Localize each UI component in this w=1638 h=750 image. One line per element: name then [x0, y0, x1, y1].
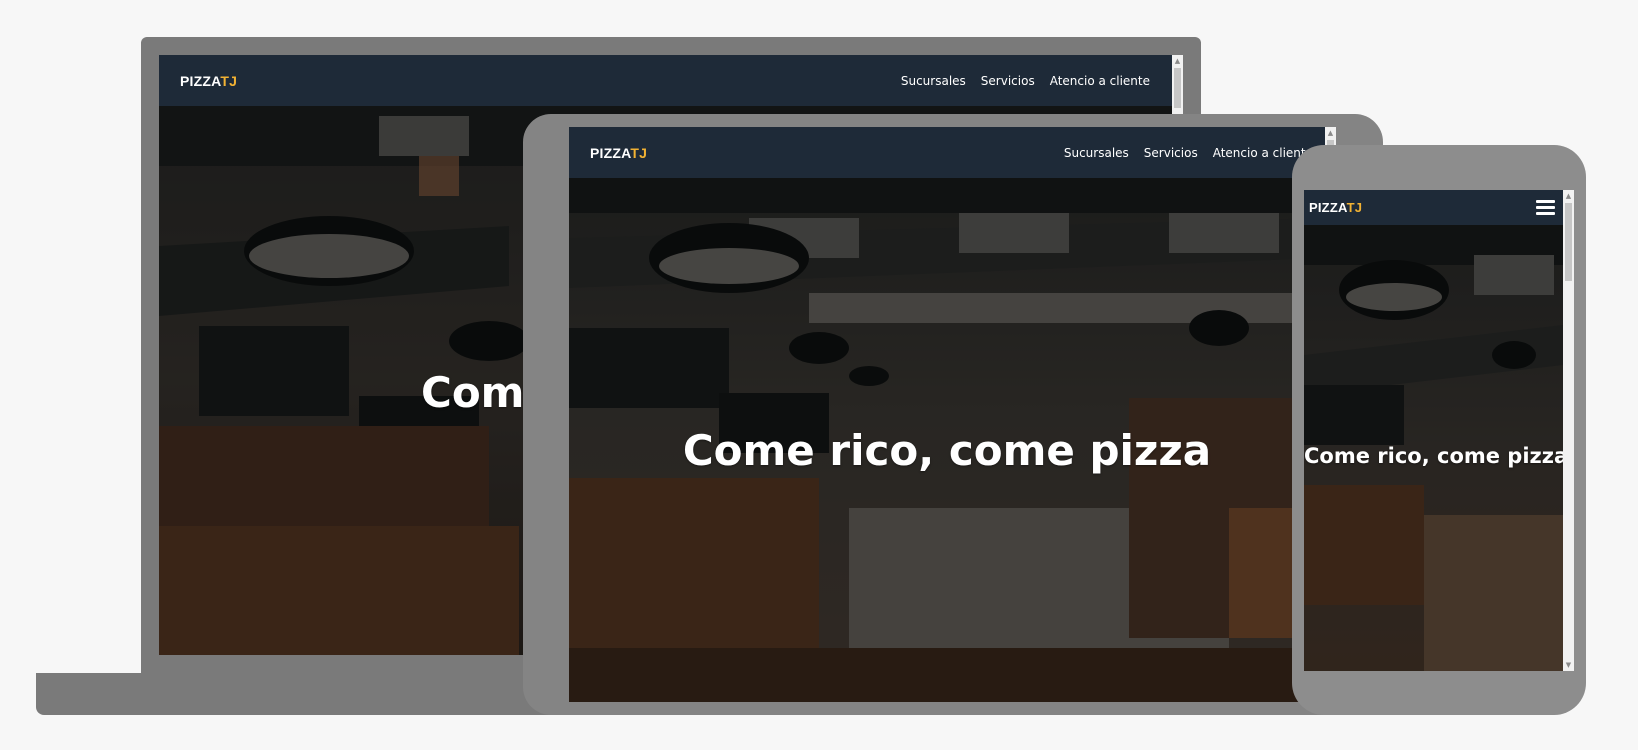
scroll-up-arrow-icon[interactable]: ▲	[1325, 127, 1336, 139]
phone-navbar: PIZZATJ	[1304, 190, 1563, 225]
brand-accent: TJ	[220, 72, 238, 89]
nav-link-atencio-cliente[interactable]: Atencio a cliente	[1050, 74, 1150, 88]
phone-hero: Come rico, come pizza	[1304, 225, 1563, 671]
brand-accent: TJ	[1346, 200, 1363, 215]
scroll-down-arrow-icon[interactable]: ▼	[1563, 659, 1574, 671]
scrollbar-thumb[interactable]	[1565, 203, 1572, 281]
tablet-nav-links: Sucursales Servicios Atencio a cliente	[1064, 146, 1313, 160]
nav-link-servicios[interactable]: Servicios	[1144, 146, 1198, 160]
tablet-screen: PIZZATJ Sucursales Servicios Atencio a c…	[569, 127, 1336, 702]
nav-link-servicios[interactable]: Servicios	[981, 74, 1035, 88]
tablet-hero-title: Come rico, come pizza	[682, 426, 1212, 475]
scroll-up-arrow-icon[interactable]: ▲	[1172, 55, 1183, 67]
brand-main: PIZZA	[590, 144, 631, 161]
laptop-nav-links: Sucursales Servicios Atencio a cliente	[901, 74, 1150, 88]
brand-main: PIZZA	[1309, 200, 1347, 215]
scrollbar-thumb[interactable]	[1174, 68, 1181, 108]
tablet-navbar: PIZZATJ Sucursales Servicios Atencio a c…	[569, 127, 1325, 178]
brand-main: PIZZA	[180, 72, 221, 89]
phone-hero-title: Come rico, come pizza	[1304, 444, 1563, 468]
scroll-up-arrow-icon[interactable]: ▲	[1563, 190, 1574, 202]
phone-scrollbar[interactable]: ▲ ▼	[1563, 190, 1574, 671]
nav-link-sucursales[interactable]: Sucursales	[1064, 146, 1129, 160]
tablet-hero: Come rico, come pizza	[569, 178, 1325, 702]
phone-screen: PIZZATJ Come rico, come pizza ▲ ▼	[1304, 190, 1574, 671]
brand-logo[interactable]: PIZZATJ	[1309, 200, 1362, 215]
brand-logo[interactable]: PIZZATJ	[180, 73, 237, 89]
brand-accent: TJ	[630, 144, 648, 161]
nav-link-sucursales[interactable]: Sucursales	[901, 74, 966, 88]
brand-logo[interactable]: PIZZATJ	[590, 145, 647, 161]
laptop-navbar: PIZZATJ Sucursales Servicios Atencio a c…	[159, 55, 1172, 106]
hamburger-menu-icon[interactable]	[1536, 200, 1555, 215]
